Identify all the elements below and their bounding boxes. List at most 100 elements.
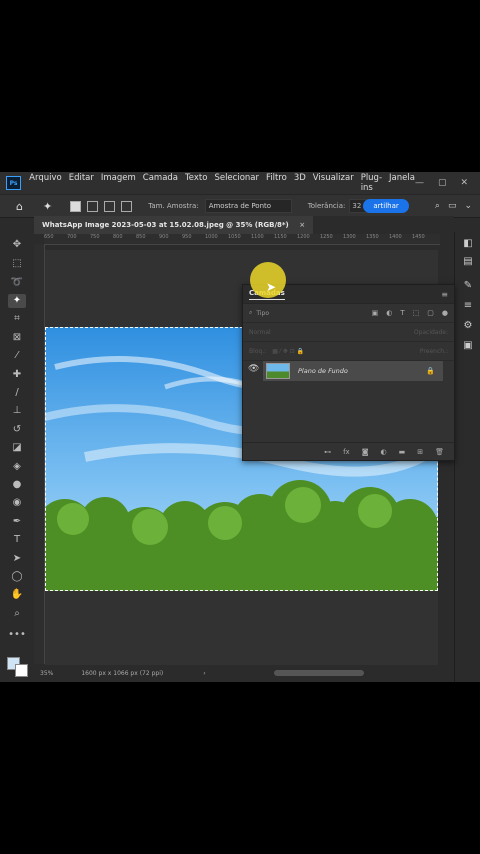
- menu-arquivo[interactable]: Arquivo: [29, 173, 62, 193]
- subtract-selection-icon[interactable]: [104, 200, 116, 212]
- close-icon[interactable]: ✕: [460, 178, 468, 188]
- search-icon[interactable]: ⌕: [435, 201, 440, 211]
- document-tab[interactable]: WhatsApp Image 2023-05-03 at 15.02.08.jp…: [34, 216, 314, 234]
- zoom-level[interactable]: 35%: [40, 670, 53, 677]
- menu-editar[interactable]: Editar: [69, 173, 94, 193]
- status-bar: 35% 1600 px x 1066 px (72 ppi) ›: [34, 665, 454, 682]
- ruler-tick: 900: [159, 234, 169, 240]
- type-tool-icon[interactable]: T: [8, 533, 26, 547]
- blur-tool-icon[interactable]: ●: [8, 478, 26, 492]
- horizontal-scrollbar[interactable]: [274, 670, 364, 676]
- menu-plugins[interactable]: Plug-ins: [361, 173, 382, 193]
- frame-tool-icon[interactable]: ⊠: [8, 331, 26, 345]
- filter-toggle-icon[interactable]: ●: [442, 309, 448, 317]
- menu-selecionar[interactable]: Selecionar: [214, 173, 259, 193]
- dodge-tool-icon[interactable]: ◉: [8, 496, 26, 510]
- path-selection-icon[interactable]: ➤: [8, 552, 26, 566]
- new-layer-icon[interactable]: ⊞: [417, 448, 423, 456]
- document-tab-bar: WhatsApp Image 2023-05-03 at 15.02.08.jp…: [34, 216, 454, 234]
- mouse-cursor-icon: ➤: [266, 280, 277, 294]
- chevron-down-icon[interactable]: ⌄: [464, 201, 472, 211]
- workspace-icon[interactable]: ▭: [448, 201, 457, 211]
- intersect-selection-icon[interactable]: [121, 200, 133, 212]
- layer-name: Plano de Fundo: [298, 367, 348, 375]
- properties-panel-icon[interactable]: ⚙: [462, 320, 474, 332]
- layers-panel-footer: ⊷ fx ◙ ◐ ▬ ⊞ 🗑: [243, 442, 454, 460]
- ruler-tick: 1250: [320, 234, 333, 240]
- new-selection-icon[interactable]: [70, 200, 82, 212]
- brush-tool-icon[interactable]: /: [8, 386, 26, 400]
- menu-items: Arquivo Editar Imagem Camada Texto Selec…: [29, 173, 415, 193]
- menu-janela[interactable]: Janela: [389, 173, 415, 193]
- minimize-icon[interactable]: —: [415, 178, 424, 188]
- crop-tool-icon[interactable]: ⌗: [8, 312, 26, 326]
- link-layers-icon[interactable]: ⊷: [324, 448, 331, 456]
- adjustment-layer-icon[interactable]: ◐: [381, 448, 387, 456]
- adjustment-filter-icon[interactable]: ◐: [386, 309, 392, 317]
- move-tool-icon[interactable]: ✥: [8, 238, 26, 252]
- ruler-tick: 1350: [366, 234, 379, 240]
- brush-settings-icon[interactable]: ✎: [462, 280, 474, 292]
- document-dimensions: 1600 px x 1066 px (72 ppi): [81, 670, 164, 677]
- share-button[interactable]: artilhar: [363, 199, 409, 213]
- lasso-tool-icon[interactable]: ➰: [8, 276, 26, 290]
- marquee-tool-icon[interactable]: ⬚: [8, 257, 26, 271]
- panel-menu-icon[interactable]: ≡: [441, 290, 448, 299]
- background-color-swatch[interactable]: [15, 664, 28, 677]
- pen-tool-icon[interactable]: ✒: [8, 515, 26, 529]
- layer-row-background[interactable]: Plano de Fundo 🔒: [263, 361, 443, 381]
- tab-close-icon[interactable]: ×: [299, 221, 305, 229]
- ruler-tick: 800: [113, 234, 123, 240]
- add-mask-icon[interactable]: ◙: [362, 448, 369, 456]
- layers-panel-icon[interactable]: ▣: [462, 340, 474, 352]
- layer-filter-kind[interactable]: Tipo: [256, 310, 269, 317]
- ruler-tick: 750: [90, 234, 100, 240]
- pixel-filter-icon[interactable]: ▣: [372, 309, 379, 317]
- shape-filter-icon[interactable]: ⬚: [413, 309, 420, 317]
- menu-texto[interactable]: Texto: [185, 173, 207, 193]
- layer-filter-icons: ▣ ◐ T ⬚ ▢ ●: [372, 309, 448, 317]
- ruler-tick: 1100: [251, 234, 264, 240]
- more-tools-icon[interactable]: •••: [8, 628, 26, 642]
- menu-3d[interactable]: 3D: [294, 173, 306, 193]
- lock-icons[interactable]: ▦ ⁄ ✥ ⊡ 🔒: [272, 348, 304, 355]
- menu-camada[interactable]: Camada: [143, 173, 178, 193]
- trash-icon[interactable]: 🗑: [435, 448, 444, 456]
- type-filter-icon[interactable]: T: [400, 309, 404, 317]
- zoom-tool-icon[interactable]: ⌕: [8, 607, 26, 621]
- hand-tool-icon[interactable]: ✋: [8, 588, 26, 602]
- ruler-tick: 1150: [274, 234, 287, 240]
- clone-stamp-icon[interactable]: ⊥: [8, 404, 26, 418]
- blend-mode-select[interactable]: Normal: [249, 329, 271, 336]
- fx-icon[interactable]: fx: [343, 448, 350, 456]
- smart-object-filter-icon[interactable]: ▢: [427, 309, 434, 317]
- paint-bucket-icon[interactable]: ◈: [8, 460, 26, 474]
- add-selection-icon[interactable]: [87, 200, 99, 212]
- eye-icon[interactable]: 👁: [248, 364, 259, 374]
- status-arrow-icon[interactable]: ›: [203, 670, 205, 677]
- comments-panel-icon[interactable]: ▤: [462, 256, 474, 268]
- home-icon[interactable]: ⌂: [16, 200, 23, 213]
- ruler-tick: 1300: [343, 234, 356, 240]
- eraser-tool-icon[interactable]: ◪: [8, 441, 26, 455]
- new-group-icon[interactable]: ▬: [399, 448, 406, 456]
- sample-size-select[interactable]: Amostra de Ponto: [204, 199, 292, 213]
- options-bar: ⌂ ✦ Tam. Amostra: Amostra de Ponto Toler…: [0, 194, 480, 218]
- history-panel-icon[interactable]: ◧: [462, 238, 474, 250]
- maximize-icon[interactable]: ▢: [438, 178, 447, 188]
- shape-tool-icon[interactable]: ◯: [8, 570, 26, 584]
- ruler-tick: 1450: [412, 234, 425, 240]
- menu-visualizar[interactable]: Visualizar: [313, 173, 354, 193]
- history-brush-icon[interactable]: ↺: [8, 423, 26, 437]
- magic-wand-tool-icon[interactable]: ✦: [43, 200, 52, 213]
- healing-brush-icon[interactable]: ✚: [8, 368, 26, 382]
- vertical-ruler: [34, 244, 45, 664]
- eyedropper-tool-icon[interactable]: ⁄: [8, 349, 26, 363]
- ruler-tick: 1050: [228, 234, 241, 240]
- ruler-tick: 1000: [205, 234, 218, 240]
- ruler-tick: 650: [44, 234, 54, 240]
- magic-wand-icon[interactable]: ✦: [8, 294, 26, 308]
- adjustments-panel-icon[interactable]: ≡: [462, 300, 474, 312]
- menu-imagem[interactable]: Imagem: [101, 173, 136, 193]
- menu-filtro[interactable]: Filtro: [266, 173, 287, 193]
